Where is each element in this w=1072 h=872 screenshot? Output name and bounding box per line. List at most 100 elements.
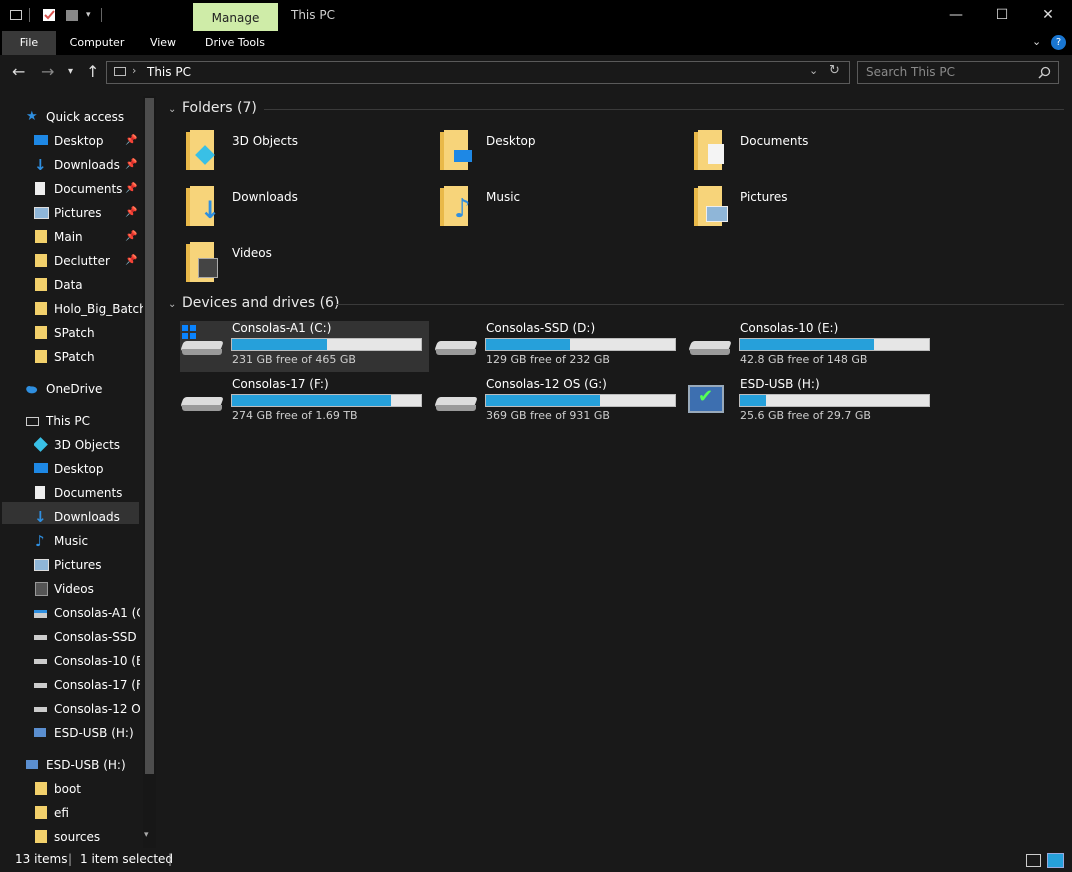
sidebar-item-label: boot bbox=[54, 782, 82, 796]
system-menu-icon[interactable] bbox=[10, 10, 22, 20]
tab-manage[interactable]: Manage bbox=[193, 3, 278, 31]
address-dropdown-icon[interactable]: ⌄ bbox=[809, 64, 818, 77]
customize-toolbar-icon[interactable]: ▾ bbox=[86, 8, 100, 22]
sidebar-item-label: Quick access bbox=[46, 110, 125, 124]
pin-icon[interactable]: 📌 bbox=[125, 226, 137, 248]
sidebar-item-quick-0[interactable]: Desktop 📌 bbox=[34, 130, 140, 152]
refresh-icon[interactable]: ↻ bbox=[829, 63, 840, 78]
drive-label: Consolas-17 (F:) bbox=[232, 377, 329, 391]
breadcrumb-this-pc[interactable]: This PC bbox=[147, 65, 191, 79]
drive-usage-bar bbox=[485, 338, 676, 351]
drive-tile[interactable]: Consolas-A1 (C:) 231 GB free of 465 GB bbox=[180, 321, 429, 372]
sidebar-item-quick-1[interactable]: ↓ Downloads 📌 bbox=[34, 154, 140, 176]
sidebar-item-onedrive[interactable]: OneDrive bbox=[26, 378, 102, 400]
drive-tile[interactable]: Consolas-SSD (D:) 129 GB free of 232 GB bbox=[434, 321, 683, 372]
ribbon-expand-icon[interactable]: ⌄ bbox=[1032, 35, 1041, 48]
folder-tile[interactable]: 3D Objects bbox=[186, 130, 426, 180]
collapse-folders-icon[interactable]: ⌄ bbox=[168, 104, 176, 115]
scroll-down-icon[interactable]: ▾ bbox=[144, 830, 149, 840]
sidebar-item-pc-10[interactable]: Consolas-17 (F:) bbox=[34, 674, 140, 696]
large-icons-view-icon[interactable] bbox=[1047, 853, 1064, 868]
collapse-drives-icon[interactable]: ⌄ bbox=[168, 299, 176, 310]
sidebar-item-pc-6[interactable]: Videos bbox=[34, 578, 140, 600]
folder-icon bbox=[440, 130, 472, 170]
folder-tile[interactable]: ↓ Downloads bbox=[186, 186, 426, 236]
sidebar-item-esd-2[interactable]: sources bbox=[34, 826, 100, 848]
breadcrumb-chevron-icon[interactable]: › bbox=[132, 64, 136, 77]
sidebar-item-pc-5[interactable]: Pictures bbox=[34, 554, 140, 576]
folder-tile[interactable]: Pictures bbox=[694, 186, 934, 236]
pin-icon[interactable]: 📌 bbox=[125, 178, 137, 200]
sidebar-scrollbar[interactable]: ▾ bbox=[143, 96, 156, 848]
drive-tile[interactable]: ✔ ESD-USB (H:) 25.6 GB free of 29.7 GB bbox=[688, 377, 937, 428]
sidebar-item-pc-7[interactable]: Consolas-A1 (C: bbox=[34, 602, 140, 624]
sidebar-item-quick-8[interactable]: SPatch bbox=[34, 322, 140, 344]
minimize-button[interactable]: — bbox=[933, 0, 979, 31]
drive-tile[interactable]: Consolas-17 (F:) 274 GB free of 1.69 TB bbox=[180, 377, 429, 428]
folder-icon bbox=[35, 830, 47, 843]
details-view-icon[interactable] bbox=[1026, 854, 1041, 867]
downloads-icon: ↓ bbox=[200, 196, 221, 224]
tab-view[interactable]: View bbox=[142, 31, 184, 55]
drive-tile[interactable]: Consolas-12 OS (G:) 369 GB free of 931 G… bbox=[434, 377, 683, 428]
drive-usage-bar bbox=[739, 338, 930, 351]
folder-tile[interactable]: Desktop bbox=[440, 130, 680, 180]
sidebar-item-label: Consolas-SSD (D bbox=[54, 630, 140, 644]
help-icon[interactable]: ? bbox=[1051, 35, 1066, 50]
tab-file[interactable]: File bbox=[2, 31, 56, 55]
sidebar-item-pc-2[interactable]: Documents bbox=[34, 482, 140, 504]
sidebar-item-pc-3[interactable]: ↓ Downloads bbox=[34, 506, 140, 528]
folders-header[interactable]: Folders (7) bbox=[182, 100, 257, 116]
pin-icon[interactable]: 📌 bbox=[125, 250, 137, 272]
sidebar-item-quick-6[interactable]: Data bbox=[34, 274, 140, 296]
recent-locations-icon[interactable]: ▾ bbox=[68, 63, 73, 81]
sidebar-item-quick-access[interactable]: ★ Quick access bbox=[26, 106, 124, 128]
folder-tile[interactable]: ♪ Music bbox=[440, 186, 680, 236]
drive-tile[interactable]: Consolas-10 (E:) 42.8 GB free of 148 GB bbox=[688, 321, 937, 372]
sidebar-item-label: Data bbox=[54, 278, 83, 292]
sidebar-item-esd-usb[interactable]: ESD-USB (H:) bbox=[26, 754, 126, 776]
sidebar-item-pc-8[interactable]: Consolas-SSD (D bbox=[34, 626, 140, 648]
sidebar-item-quick-5[interactable]: Declutter 📌 bbox=[34, 250, 140, 272]
forward-button[interactable]: → bbox=[41, 63, 54, 81]
address-bar[interactable]: › This PC ⌄ ↻ bbox=[106, 61, 850, 84]
tab-drive-tools[interactable]: Drive Tools bbox=[198, 31, 272, 55]
sidebar-item-esd-1[interactable]: efi bbox=[34, 802, 69, 824]
tab-computer[interactable]: Computer bbox=[62, 31, 132, 55]
sidebar-item-quick-7[interactable]: Holo_Big_Batch bbox=[34, 298, 147, 320]
properties-icon[interactable] bbox=[42, 8, 56, 22]
sidebar-item-pc-0[interactable]: 3D Objects bbox=[34, 434, 140, 456]
pin-icon[interactable]: 📌 bbox=[125, 202, 137, 224]
sidebar-item-pc-11[interactable]: Consolas-12 OS bbox=[34, 698, 140, 720]
sidebar-item-pc-4[interactable]: ♪ Music bbox=[34, 530, 140, 552]
search-icon[interactable] bbox=[1038, 66, 1051, 79]
sidebar-item-pc-12[interactable]: ESD-USB (H:) bbox=[34, 722, 140, 744]
sidebar-item-esd-0[interactable]: boot bbox=[34, 778, 81, 800]
sidebar-item-pc-9[interactable]: Consolas-10 (E:) bbox=[34, 650, 140, 672]
sidebar-item-pc-1[interactable]: Desktop bbox=[34, 458, 140, 480]
sidebar-item-quick-4[interactable]: Main 📌 bbox=[34, 226, 140, 248]
divider bbox=[264, 109, 1064, 110]
sidebar-item-quick-2[interactable]: Documents 📌 bbox=[34, 178, 140, 200]
sidebar-item-label: Declutter bbox=[54, 254, 110, 268]
drives-header[interactable]: Devices and drives (6) bbox=[182, 295, 339, 311]
close-button[interactable]: ✕ bbox=[1025, 0, 1071, 31]
search-input[interactable]: Search This PC bbox=[857, 61, 1059, 84]
pin-icon[interactable]: 📌 bbox=[125, 130, 137, 152]
folder-tile[interactable]: Videos bbox=[186, 242, 426, 292]
sidebar-item-quick-3[interactable]: Pictures 📌 bbox=[34, 202, 140, 224]
sidebar-item-this-pc[interactable]: This PC bbox=[26, 410, 90, 432]
up-button[interactable]: ↑ bbox=[86, 63, 99, 81]
folder-label: Pictures bbox=[740, 190, 788, 204]
pin-icon[interactable]: 📌 bbox=[125, 154, 137, 176]
maximize-button[interactable]: ☐ bbox=[979, 0, 1025, 31]
drive-free-space: 369 GB free of 931 GB bbox=[486, 409, 610, 422]
back-button[interactable]: ← bbox=[12, 63, 25, 81]
scrollbar-thumb[interactable] bbox=[145, 98, 154, 774]
folder-tile[interactable]: Documents bbox=[694, 130, 934, 180]
divider bbox=[336, 304, 1064, 305]
sidebar-item-quick-9[interactable]: SPatch bbox=[34, 346, 140, 368]
new-folder-icon[interactable] bbox=[65, 8, 79, 22]
folder-label: Desktop bbox=[486, 134, 536, 148]
drive-usage-fill bbox=[232, 339, 327, 350]
